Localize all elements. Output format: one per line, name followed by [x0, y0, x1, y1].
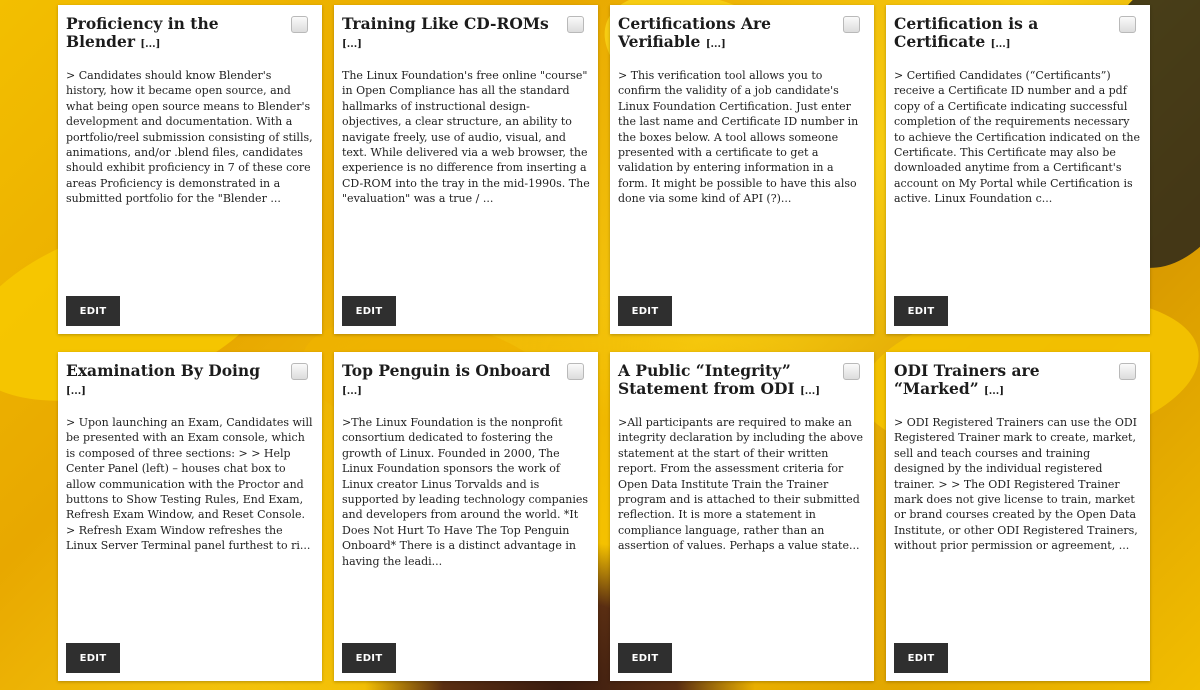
card-excerpt: > This verification tool allows you to c… — [618, 69, 859, 206]
read-more-link[interactable]: [...] — [66, 386, 86, 397]
read-more-link[interactable]: [...] — [342, 386, 362, 397]
card-header: Certification is a Certificate [...] — [894, 15, 1142, 54]
read-more-link[interactable]: [...] — [342, 39, 362, 50]
card: Proficiency in the Blender [...] > Candi… — [58, 5, 322, 334]
card-title: ODI Trainers are “Marked” [...] — [894, 362, 1119, 401]
select-checkbox[interactable] — [1119, 16, 1136, 33]
card-excerpt: > Candidates should know Blender's histo… — [66, 69, 313, 206]
select-checkbox[interactable] — [843, 16, 860, 33]
edit-button[interactable]: EDIT — [342, 296, 396, 326]
card-title-text: Certification is a Certificate — [894, 14, 1039, 51]
edit-button[interactable]: EDIT — [66, 296, 120, 326]
select-checkbox[interactable] — [291, 16, 308, 33]
card-excerpt: > Upon launching an Exam, Candidates wil… — [66, 416, 313, 553]
card: Certifications Are Verifiable [...] > Th… — [610, 5, 874, 334]
select-checkbox[interactable] — [843, 363, 860, 380]
select-checkbox[interactable] — [567, 363, 584, 380]
card-title: Proficiency in the Blender [...] — [66, 15, 291, 54]
card-title: Examination By Doing [...] — [66, 362, 291, 401]
card-title: Training Like CD-ROMs [...] — [342, 15, 567, 54]
card-title: Certification is a Certificate [...] — [894, 15, 1119, 54]
card-header: Examination By Doing [...] — [66, 362, 314, 401]
card-title: Certifications Are Verifiable [...] — [618, 15, 843, 54]
read-more-link[interactable]: [...] — [991, 39, 1011, 50]
card: Certification is a Certificate [...] > C… — [886, 5, 1150, 334]
edit-button[interactable]: EDIT — [618, 296, 672, 326]
card-title-text: Top Penguin is Onboard — [342, 361, 551, 380]
card-header: Proficiency in the Blender [...] — [66, 15, 314, 54]
card-excerpt: >The Linux Foundation is the nonprofit c… — [342, 416, 589, 568]
card-title-text: ODI Trainers are “Marked” — [894, 361, 1040, 398]
edit-button[interactable]: EDIT — [894, 643, 948, 673]
select-checkbox[interactable] — [567, 16, 584, 33]
card: ODI Trainers are “Marked” [...] > ODI Re… — [886, 352, 1150, 681]
read-more-link[interactable]: [...] — [706, 39, 726, 50]
card-header: Top Penguin is Onboard [...] — [342, 362, 590, 401]
edit-button[interactable]: EDIT — [894, 296, 948, 326]
read-more-link[interactable]: [...] — [140, 39, 160, 50]
card-title: A Public “Integrity” Statement from ODI … — [618, 362, 843, 401]
card: Training Like CD-ROMs [...] The Linux Fo… — [334, 5, 598, 334]
read-more-link[interactable]: [...] — [800, 386, 820, 397]
card-excerpt: > Certified Candidates (“Certificants”) … — [894, 69, 1140, 206]
card-excerpt: > ODI Registered Trainers can use the OD… — [894, 416, 1138, 553]
card-header: Training Like CD-ROMs [...] — [342, 15, 590, 54]
card-title: Top Penguin is Onboard [...] — [342, 362, 567, 401]
edit-button[interactable]: EDIT — [342, 643, 396, 673]
select-checkbox[interactable] — [291, 363, 308, 380]
edit-button[interactable]: EDIT — [618, 643, 672, 673]
read-more-link[interactable]: [...] — [984, 386, 1004, 397]
card: Examination By Doing [...] > Upon launch… — [58, 352, 322, 681]
select-checkbox[interactable] — [1119, 363, 1136, 380]
card-header: A Public “Integrity” Statement from ODI … — [618, 362, 866, 401]
card-excerpt: >All participants are required to make a… — [618, 416, 863, 553]
card-title-text: Examination By Doing — [66, 361, 261, 380]
card-excerpt: The Linux Foundation's free online "cour… — [342, 69, 590, 206]
card-title-text: Training Like CD-ROMs — [342, 14, 549, 33]
edit-button[interactable]: EDIT — [66, 643, 120, 673]
card: A Public “Integrity” Statement from ODI … — [610, 352, 874, 681]
card: Top Penguin is Onboard [...] >The Linux … — [334, 352, 598, 681]
card-header: Certifications Are Verifiable [...] — [618, 15, 866, 54]
card-grid: Proficiency in the Blender [...] > Candi… — [58, 5, 1150, 681]
card-title-text: Certifications Are Verifiable — [618, 14, 771, 51]
card-title-text: A Public “Integrity” Statement from ODI — [618, 361, 795, 398]
card-header: ODI Trainers are “Marked” [...] — [894, 362, 1142, 401]
